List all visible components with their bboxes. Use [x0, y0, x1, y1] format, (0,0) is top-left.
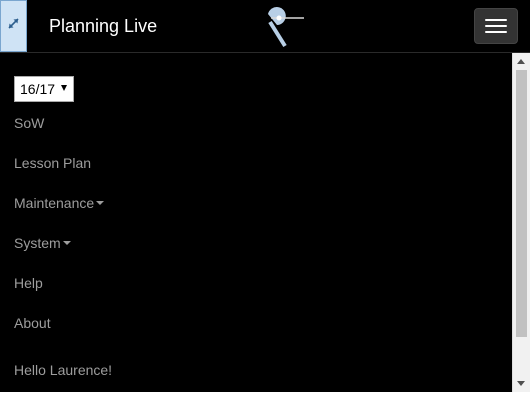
menu-item-help[interactable]: Help — [14, 275, 43, 291]
academic-year-select[interactable]: 16/17 — [14, 76, 74, 102]
menu-item-label: Maintenance — [14, 195, 95, 211]
select-caret-icon — [61, 85, 67, 91]
menu-item-system[interactable]: System — [14, 235, 71, 251]
top-navbar: Planning Live — [0, 0, 530, 53]
vertical-scrollbar[interactable] — [512, 53, 530, 392]
scrollbar-thumb[interactable] — [516, 70, 527, 337]
menu-item-maintenance[interactable]: Maintenance — [14, 195, 105, 211]
app-window: Planning Live 16/17 SoW Lesson Plan Main… — [0, 0, 530, 392]
hamburger-icon — [485, 19, 507, 21]
greeting-text: Hello Laurence! — [14, 362, 113, 378]
chevron-down-icon — [62, 241, 71, 245]
expand-button[interactable] — [0, 0, 27, 52]
menu-item-about[interactable]: About — [14, 315, 51, 331]
expand-arrows-icon — [7, 17, 20, 35]
menu-item-sow[interactable]: SoW — [14, 115, 44, 131]
chevron-down-icon — [96, 201, 105, 205]
menu-item-label: SoW — [14, 115, 45, 131]
menu-item-label: About — [14, 315, 51, 331]
menu-item-label: Lesson Plan — [14, 155, 92, 171]
scroll-down-icon[interactable] — [517, 381, 525, 386]
user-greeting[interactable]: Hello Laurence! — [14, 362, 112, 378]
menu-item-label: Help — [14, 275, 43, 291]
app-title[interactable]: Planning Live — [49, 16, 157, 36]
menu-item-lesson-plan[interactable]: Lesson Plan — [14, 155, 91, 171]
menu-item-label: System — [14, 235, 61, 251]
scroll-up-icon[interactable] — [517, 59, 525, 64]
pin-flag-logo — [258, 4, 306, 48]
nav-menu: 16/17 SoW Lesson Plan Maintenance System… — [0, 53, 512, 392]
academic-year-value: 16/17 — [20, 81, 56, 97]
hamburger-menu-button[interactable] — [474, 8, 518, 44]
